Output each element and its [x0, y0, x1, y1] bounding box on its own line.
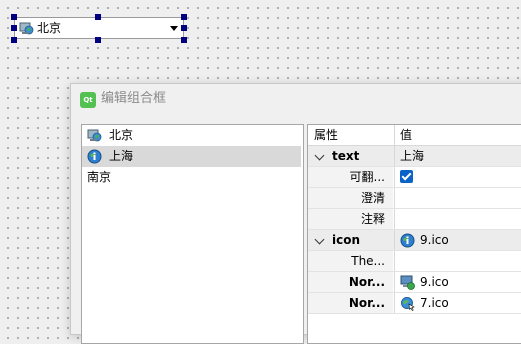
chevron-down-icon[interactable]: [314, 234, 325, 245]
property-name: Nor...: [308, 272, 393, 292]
list-item[interactable]: 北京: [82, 125, 303, 146]
property-value-cell[interactable]: [394, 167, 521, 187]
property-value-cell[interactable]: [394, 188, 521, 208]
info-globe-icon: [400, 233, 415, 248]
chevron-down-icon[interactable]: [170, 26, 178, 31]
resize-handle-top-center[interactable]: [95, 14, 101, 20]
resize-handle-middle-left[interactable]: [11, 25, 17, 31]
resize-handle-middle-right[interactable]: [181, 25, 187, 31]
property-value: 9.ico: [420, 275, 449, 289]
combo-items-list[interactable]: 北京 上海 南京: [81, 124, 304, 344]
property-name: 注释: [308, 209, 393, 229]
resize-handle-top-right[interactable]: [181, 14, 187, 20]
translatable-checkbox[interactable]: [400, 170, 413, 183]
property-value-cell[interactable]: [394, 251, 521, 271]
resize-handle-top-left[interactable]: [11, 14, 17, 20]
property-name: icon: [332, 233, 361, 247]
globe-computer-icon: [87, 129, 102, 142]
list-item-label: 南京: [87, 170, 112, 184]
property-value-cell[interactable]: 上海: [394, 146, 521, 166]
property-name: The...: [308, 251, 393, 271]
resize-handle-bottom-center[interactable]: [95, 37, 101, 43]
property-value: 7.ico: [420, 296, 449, 310]
property-name-cell: text: [308, 146, 393, 166]
globe-computer-icon: [19, 22, 34, 35]
dialog-title: 编辑组合框: [101, 91, 167, 106]
chevron-down-icon[interactable]: [314, 150, 325, 161]
info-globe-icon: [87, 149, 102, 164]
property-row[interactable]: Nor... 7.ico: [308, 293, 521, 314]
edit-combo-box-dialog: Qt 编辑组合框 北京 上海 南京 属性 值 text 上海 可翻... 澄清 …: [70, 83, 521, 344]
value-column-header: 值: [394, 125, 521, 145]
qt-app-icon: Qt: [80, 92, 96, 108]
property-value-cell[interactable]: 9.ico: [394, 272, 521, 292]
property-row[interactable]: 注释: [308, 209, 521, 230]
property-value: 上海: [400, 149, 425, 163]
property-group-icon[interactable]: icon 9.ico: [308, 230, 521, 251]
property-name: Nor...: [308, 293, 393, 313]
property-name: 澄清: [308, 188, 393, 208]
property-value-cell[interactable]: 9.ico: [394, 230, 521, 250]
property-value-cell[interactable]: [394, 209, 521, 229]
property-editor[interactable]: 属性 值 text 上海 可翻... 澄清 注释 icon 9.ico The.…: [307, 124, 521, 344]
resize-handle-bottom-left[interactable]: [11, 37, 17, 43]
list-item[interactable]: 上海: [82, 146, 301, 167]
property-value-cell[interactable]: 7.ico: [394, 293, 521, 313]
dialog-titlebar[interactable]: Qt 编辑组合框: [71, 84, 521, 115]
property-name: text: [332, 149, 360, 163]
globe-cursor-icon: [401, 297, 415, 311]
computer-globe-icon: [400, 275, 415, 290]
list-item-label: 上海: [109, 149, 134, 163]
property-column-header: 属性: [314, 128, 339, 142]
property-value: 9.ico: [420, 233, 449, 247]
property-row[interactable]: Nor... 9.ico: [308, 272, 521, 293]
combo-current-value: 北京: [37, 21, 62, 35]
property-group-text[interactable]: text 上海: [308, 146, 521, 167]
property-name-cell: icon: [308, 230, 393, 250]
list-item-label: 北京: [109, 128, 134, 142]
property-row[interactable]: 澄清: [308, 188, 521, 209]
resize-handle-bottom-right[interactable]: [181, 37, 187, 43]
property-row[interactable]: 可翻...: [308, 167, 521, 188]
property-header-row: 属性 值: [308, 125, 521, 146]
property-name: 可翻...: [308, 167, 393, 187]
property-row[interactable]: The...: [308, 251, 521, 272]
city-combo-box[interactable]: 北京: [14, 17, 184, 39]
list-item[interactable]: 南京: [82, 167, 303, 188]
